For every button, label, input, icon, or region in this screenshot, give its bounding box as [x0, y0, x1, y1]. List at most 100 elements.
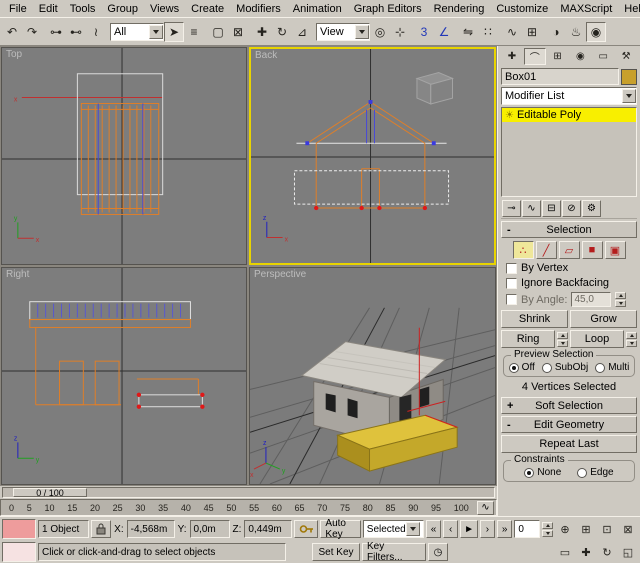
- select-and-link-icon[interactable]: ⊶: [46, 22, 66, 42]
- configure-modifier-sets-icon[interactable]: ⚙: [582, 200, 601, 217]
- viewport-back[interactable]: Back: [249, 47, 496, 265]
- preview-off-radio[interactable]: [509, 363, 519, 373]
- element-subobject-icon[interactable]: ▣: [605, 241, 626, 259]
- zoom-extents-all-icon[interactable]: ⊠: [618, 519, 638, 539]
- viewport-perspective[interactable]: Perspective: [249, 267, 496, 485]
- mini-curve-editor-icon[interactable]: ∿: [477, 501, 494, 515]
- arc-rotate-icon[interactable]: ↻: [597, 542, 617, 562]
- time-slider-track[interactable]: 0 / 100: [2, 487, 495, 498]
- preview-subobj-radio[interactable]: [542, 363, 552, 373]
- reference-coordinate-system-dropdown[interactable]: View: [316, 23, 370, 41]
- constraint-edge-radio[interactable]: [577, 468, 587, 478]
- select-and-rotate-icon[interactable]: ↻: [272, 22, 292, 42]
- shrink-button[interactable]: Shrink: [501, 310, 568, 328]
- track-bar[interactable]: 0 5 10 15 20 25 30 35 40 45 50 55 60 65 …: [0, 499, 497, 516]
- modifier-list-dropdown[interactable]: Modifier List: [501, 87, 637, 105]
- select-object-icon[interactable]: ➤: [164, 22, 184, 42]
- select-and-move-icon[interactable]: ✚: [252, 22, 272, 42]
- viewport-top-label[interactable]: Top: [6, 49, 22, 60]
- constraint-none-radio[interactable]: [524, 468, 534, 478]
- maxscript-mini-listener-pink[interactable]: [2, 519, 36, 539]
- named-selection-sets-dropdown[interactable]: All: [110, 23, 164, 41]
- menu-item-rendering[interactable]: Rendering: [428, 2, 491, 16]
- dropdown-arrow-icon[interactable]: [355, 25, 369, 39]
- menu-item-graph-editors[interactable]: Graph Editors: [348, 2, 428, 16]
- tab-hierarchy[interactable]: ⊞: [547, 48, 569, 65]
- set-key-button[interactable]: Set Key: [312, 543, 360, 561]
- stack-item-editable-poly[interactable]: ☀ Editable Poly: [502, 108, 636, 122]
- menu-item-group[interactable]: Group: [101, 2, 144, 16]
- viewport-back-label[interactable]: Back: [255, 50, 277, 61]
- zoom-extents-icon[interactable]: ⊡: [597, 519, 617, 539]
- go-to-end-button[interactable]: »: [497, 520, 513, 538]
- redo-icon[interactable]: ↷: [22, 22, 42, 42]
- show-end-result-icon[interactable]: ∿: [522, 200, 541, 217]
- next-frame-button[interactable]: ›: [480, 520, 495, 538]
- tab-motion[interactable]: ◉: [569, 48, 591, 65]
- snaps-toggle-icon[interactable]: 3: [414, 22, 434, 42]
- unlink-selection-icon[interactable]: ⊷: [66, 22, 86, 42]
- viewport-right[interactable]: Right: [1, 267, 247, 485]
- auto-key-button[interactable]: Auto Key: [320, 520, 360, 538]
- maximize-viewport-toggle-icon[interactable]: ◱: [618, 542, 638, 562]
- align-icon[interactable]: ∷: [478, 22, 498, 42]
- current-frame-field[interactable]: 0: [514, 520, 540, 538]
- time-configuration-icon[interactable]: ◷: [428, 543, 448, 561]
- menu-item-animation[interactable]: Animation: [287, 2, 348, 16]
- x-coord-field[interactable]: -4,568m: [127, 520, 175, 538]
- by-angle-value-field[interactable]: 45,0: [571, 292, 611, 307]
- frame-spinner[interactable]: [542, 522, 553, 537]
- menu-item-edit[interactable]: Edit: [33, 2, 64, 16]
- zoom-all-icon[interactable]: ⊞: [576, 519, 596, 539]
- soft-selection-rollout-header[interactable]: + Soft Selection: [501, 397, 637, 414]
- z-coord-field[interactable]: 0,449m: [244, 520, 292, 538]
- ring-spinner[interactable]: [557, 332, 568, 347]
- go-to-start-button[interactable]: «: [426, 520, 442, 538]
- menu-item-modifiers[interactable]: Modifiers: [230, 2, 287, 16]
- menu-item-views[interactable]: Views: [144, 2, 185, 16]
- edge-subobject-icon[interactable]: ╱: [536, 241, 557, 259]
- window-crossing-icon[interactable]: ⊠: [228, 22, 248, 42]
- maxscript-mini-listener-white[interactable]: [2, 542, 36, 562]
- object-name-field[interactable]: Box01: [501, 68, 619, 85]
- set-keys-button[interactable]: [294, 520, 318, 538]
- border-subobject-icon[interactable]: ▱: [559, 241, 580, 259]
- make-unique-icon[interactable]: ⊟: [542, 200, 561, 217]
- tab-modify[interactable]: ⌒: [524, 48, 546, 65]
- bind-to-space-warp-icon[interactable]: ≀: [86, 22, 106, 42]
- previous-frame-button[interactable]: ‹: [443, 520, 458, 538]
- y-coord-field[interactable]: 0,0m: [190, 520, 230, 538]
- menu-item-customize[interactable]: Customize: [490, 2, 554, 16]
- by-vertex-checkbox[interactable]: [506, 263, 517, 274]
- loop-button[interactable]: Loop: [570, 330, 624, 348]
- menu-item-maxscript[interactable]: MAXScript: [554, 2, 618, 16]
- schematic-view-icon[interactable]: ⊞: [522, 22, 542, 42]
- tab-create[interactable]: ✚: [501, 48, 523, 65]
- viewport-right-label[interactable]: Right: [6, 269, 29, 280]
- time-slider-thumb[interactable]: 0 / 100: [13, 488, 87, 497]
- object-color-swatch[interactable]: [621, 69, 637, 85]
- selection-rollout-header[interactable]: - Selection: [501, 221, 637, 238]
- mirror-icon[interactable]: ⇋: [458, 22, 478, 42]
- dropdown-arrow-icon[interactable]: [622, 89, 636, 103]
- repeat-last-button[interactable]: Repeat Last: [501, 435, 637, 453]
- selection-lock-toggle[interactable]: [91, 520, 111, 538]
- material-editor-icon[interactable]: ◑: [546, 22, 566, 42]
- zoom-icon[interactable]: ⊕: [555, 519, 575, 539]
- viewport-perspective-label[interactable]: Perspective: [254, 269, 306, 280]
- dropdown-arrow-icon[interactable]: [406, 522, 420, 536]
- menu-item-create[interactable]: Create: [185, 2, 230, 16]
- select-and-scale-icon[interactable]: ⊿: [292, 22, 312, 42]
- tab-display[interactable]: ▭: [592, 48, 614, 65]
- render-setup-icon[interactable]: ♨: [566, 22, 586, 42]
- undo-icon[interactable]: ↶: [2, 22, 22, 42]
- quick-render-icon[interactable]: ◉: [586, 22, 606, 42]
- grow-button[interactable]: Grow: [570, 310, 637, 328]
- edit-geometry-rollout-header[interactable]: - Edit Geometry: [501, 416, 637, 433]
- menu-item-file[interactable]: File: [3, 2, 33, 16]
- remove-modifier-icon[interactable]: ⊘: [562, 200, 581, 217]
- viewport-top[interactable]: Top x: [1, 47, 247, 265]
- by-angle-checkbox[interactable]: [506, 294, 517, 305]
- modifier-stack[interactable]: ☀ Editable Poly: [501, 107, 637, 197]
- select-by-name-icon[interactable]: ≡: [184, 22, 204, 42]
